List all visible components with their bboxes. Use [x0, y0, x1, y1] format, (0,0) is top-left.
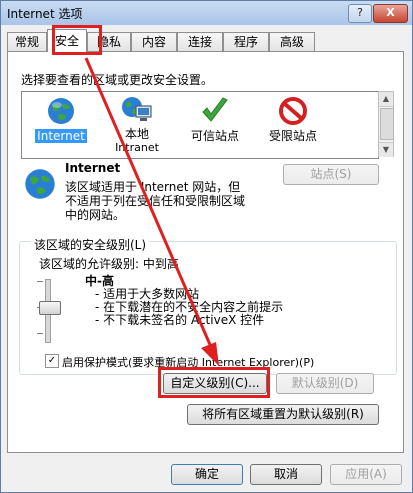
- red-arrow-icon: [84, 57, 219, 366]
